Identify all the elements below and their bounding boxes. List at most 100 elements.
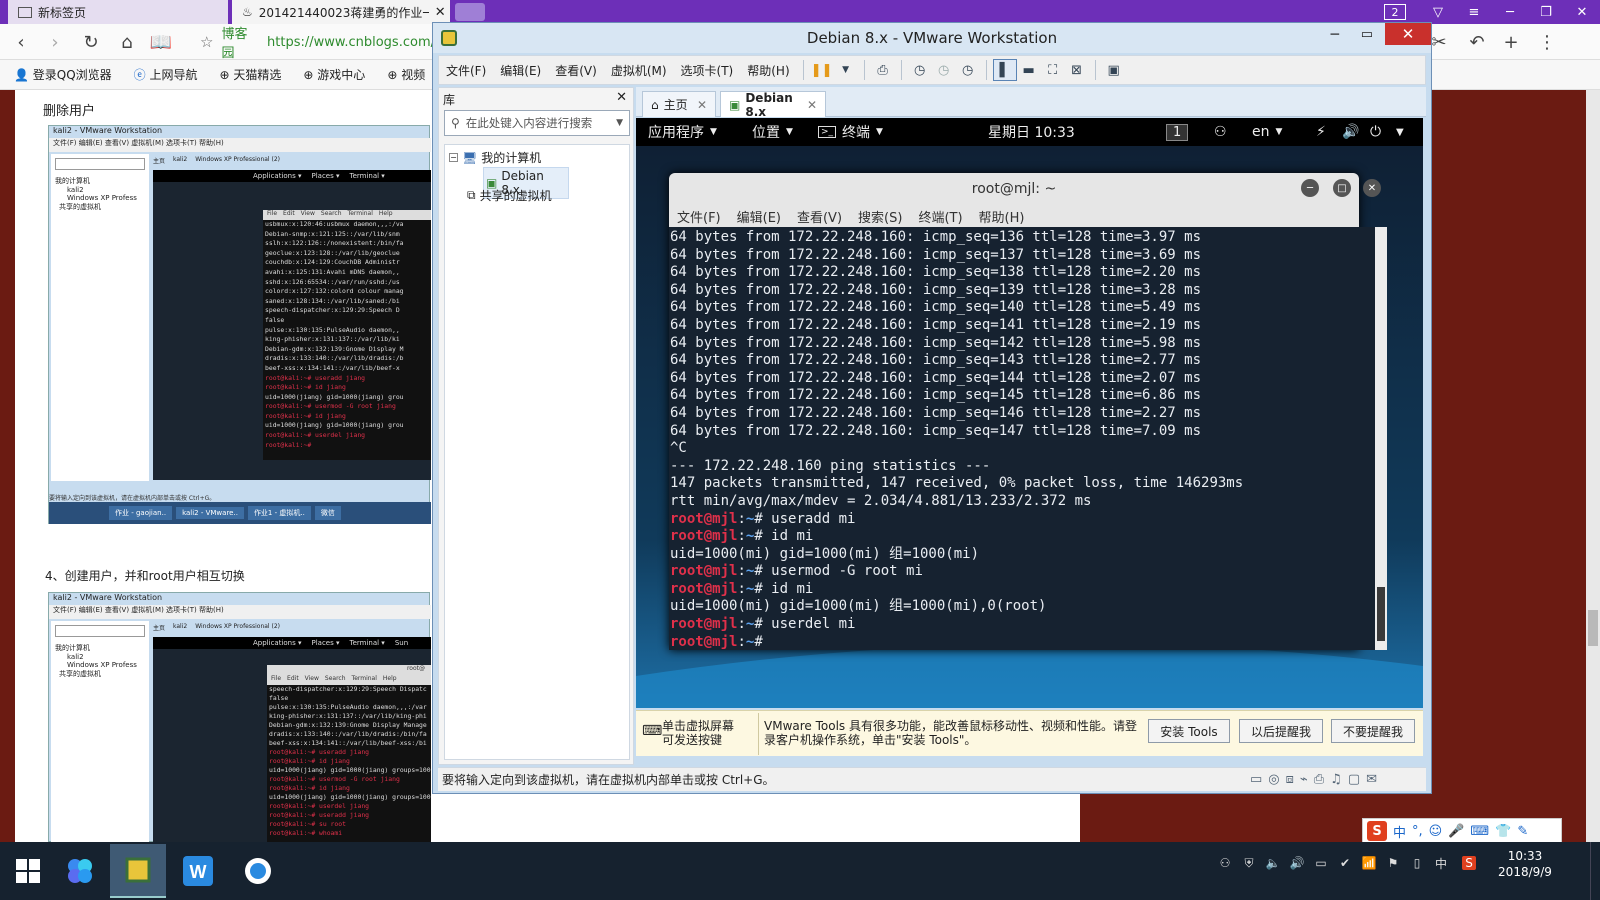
library-close-icon[interactable]: ✕ [616, 90, 627, 105]
add-icon[interactable]: + [1496, 24, 1526, 60]
menu-file[interactable]: 文件(F) [439, 62, 493, 79]
console-view-icon[interactable]: ▣ [1102, 59, 1126, 81]
tray-network-icon[interactable]: 📶 [1360, 854, 1378, 872]
ime-mode[interactable]: 中 [1393, 822, 1406, 841]
forward-icon[interactable]: › [40, 24, 70, 60]
snapshot-icon[interactable]: ◷ [908, 59, 932, 81]
vmware-maximize-icon[interactable]: ▭ [1361, 27, 1373, 42]
close-icon[interactable]: ✕ [1564, 0, 1600, 24]
term-menu-file[interactable]: 文件(F) [669, 207, 729, 226]
snapshot-manager-icon[interactable]: ◷ [956, 59, 980, 81]
url-bar[interactable]: ☆ 博客园 https://www.cnblogs.com/ [200, 27, 435, 61]
usb-icon[interactable]: ⌁ [1300, 772, 1308, 787]
thumbnail-bar-icon[interactable]: ▬ [1017, 59, 1041, 81]
network-wired-icon[interactable]: ⚡ [1316, 118, 1326, 146]
revert-snapshot-icon[interactable]: ◷ [932, 59, 956, 81]
gnome-clock[interactable]: 星期日 10:33 [988, 118, 1075, 146]
tab-debian[interactable]: ▣ Debian 8.x ✕ [720, 91, 826, 119]
tray-sound-icon[interactable]: 🔊 [1288, 854, 1306, 872]
vmware-close-button[interactable]: ✕ [1385, 23, 1431, 45]
soft-keyboard-icon[interactable]: ⌨ [1470, 824, 1489, 839]
fullscreen-icon[interactable]: ⛶ [1041, 59, 1065, 81]
tray-flag-icon[interactable]: ⚑ [1384, 854, 1402, 872]
display-icon[interactable]: ▢ [1348, 772, 1360, 787]
workspace-indicator[interactable]: 1 [1166, 118, 1189, 146]
terminal-scrollbar[interactable] [1375, 227, 1387, 650]
network-icon[interactable]: ⧈ [1286, 772, 1294, 787]
tray-sogou-icon[interactable]: S [1460, 854, 1478, 872]
tree-item-shared[interactable]: ⧉ 共享的虚拟机 [467, 187, 552, 204]
tab-home[interactable]: ⌂ 主页 ✕ [642, 91, 716, 117]
term-menu-edit[interactable]: 编辑(E) [729, 207, 789, 226]
taskbar-clock[interactable]: 10:33 2018/9/9 [1488, 848, 1562, 880]
accessibility-icon[interactable]: ⚇ [1214, 118, 1227, 146]
remind-later-button[interactable]: 以后提醒我 [1239, 719, 1323, 743]
minimize-icon[interactable]: ─ [1492, 0, 1528, 24]
back-icon[interactable]: ‹ [6, 24, 36, 60]
gnome-applications-menu[interactable]: 应用程序 ▼ [648, 118, 717, 146]
menu-tabs[interactable]: 选项卡(T) [674, 62, 741, 79]
tray-ime-indicator[interactable]: 中 [1432, 854, 1450, 872]
pause-dropdown-icon[interactable]: ▼ [834, 59, 858, 81]
terminal-close-icon[interactable]: ✕ [1363, 179, 1381, 197]
menu-icon[interactable]: ≡ [1456, 0, 1492, 24]
browser-tab-newtab[interactable]: 新标签页 [8, 0, 228, 24]
taskbar-app-vmware[interactable] [110, 844, 166, 898]
terminal-maximize-icon[interactable]: □ [1333, 179, 1351, 197]
power-menu-dropdown-icon[interactable]: ▼ [1396, 118, 1404, 146]
unity-icon[interactable]: ⊠ [1065, 59, 1089, 81]
tray-volume-icon[interactable]: 🔈 [1264, 854, 1282, 872]
install-tools-button[interactable]: 安装 Tools [1148, 719, 1230, 743]
printer-icon[interactable]: ⎙ [1314, 772, 1324, 787]
pause-icon[interactable]: ❚❚ [810, 59, 834, 81]
sound-icon[interactable]: ♫ [1330, 772, 1342, 787]
tree-item-my-computer[interactable]: − 🖥 我的计算机 [449, 149, 541, 166]
tray-security-icon[interactable]: ⛨ [1240, 854, 1258, 872]
start-button[interactable] [0, 844, 56, 898]
gnome-terminal-menu[interactable]: >_ 终端 ▼ [818, 118, 883, 146]
never-remind-button[interactable]: 不要提醒我 [1331, 719, 1415, 743]
search-dropdown-icon[interactable]: ▼ [616, 118, 623, 128]
page-scrollbar-thumb[interactable] [1588, 610, 1598, 646]
taskbar-app-wps[interactable]: W [170, 844, 226, 898]
more-icon[interactable]: ⋮ [1532, 24, 1562, 60]
term-menu-search[interactable]: 搜索(S) [850, 207, 910, 226]
menu-edit[interactable]: 编辑(E) [493, 62, 548, 79]
restore-icon[interactable]: ❐ [1528, 0, 1564, 24]
tray-display-icon[interactable]: ▭ [1312, 854, 1330, 872]
taskbar-app-browser[interactable] [52, 844, 108, 898]
bookmark-tmall[interactable]: ⊕ 天猫精选 [220, 66, 282, 83]
bookmark-video[interactable]: ⊕ 视频 [387, 66, 425, 83]
tab-close-icon[interactable]: ✕ [697, 98, 707, 112]
bookmark-nav[interactable]: ⓔ 上网导航 [134, 66, 198, 83]
ime-toolbar[interactable]: S 中 °, ☺ 🎤 ⌨ 👕 ✎ [1362, 818, 1562, 844]
terminal-minimize-icon[interactable]: ─ [1301, 179, 1319, 197]
page-scrollbar[interactable] [1586, 90, 1600, 842]
refresh-icon[interactable]: ↻ [76, 24, 106, 60]
star-icon[interactable]: ☆ [200, 33, 213, 51]
voice-icon[interactable]: 🎤 [1448, 824, 1464, 839]
vmware-minimize-icon[interactable]: ─ [1331, 27, 1339, 43]
tab-close-icon[interactable]: ✕ [807, 98, 817, 112]
guest-screen[interactable]: 应用程序 ▼ 位置 ▼ >_ 终端 ▼ 星期日 10:33 1 ⚇ en ▼ ⚡ 🔊 ⏻ … [636, 118, 1423, 708]
tools-icon[interactable]: ✎ [1517, 824, 1528, 839]
send-ctrl-alt-del-icon[interactable]: ⎙ [871, 59, 895, 81]
term-menu-view[interactable]: 查看(V) [789, 207, 850, 226]
reader-icon[interactable]: 📖 [146, 24, 176, 60]
undo-icon[interactable]: ↶ [1462, 24, 1492, 60]
bookmark-qq-login[interactable]: 👤 登录QQ浏览器 [14, 66, 112, 83]
message-icon[interactable]: ✉ [1366, 772, 1377, 787]
url-text[interactable]: https://www.cnblogs.com/ [267, 35, 435, 50]
library-search-input[interactable]: ⚲ 在此处键入内容进行搜索 ▼ [444, 110, 630, 136]
show-library-icon[interactable]: ▌ [992, 59, 1017, 81]
terminal-output[interactable]: 64 bytes from 172.22.248.160: icmp_seq=1… [669, 227, 1375, 650]
tab-count-badge[interactable]: 2 [1384, 4, 1406, 20]
tray-check-icon[interactable]: ✔ [1336, 854, 1354, 872]
tray-app-icon[interactable]: ⚇ [1216, 854, 1234, 872]
punctuation-icon[interactable]: °, [1412, 824, 1423, 839]
tray-battery-icon[interactable]: ▯ [1408, 854, 1426, 872]
power-icon[interactable]: ⏻ [1370, 118, 1381, 146]
skin-icon[interactable]: ▽ [1420, 0, 1456, 24]
term-menu-terminal[interactable]: 终端(T) [910, 207, 970, 226]
skin-icon[interactable]: 👕 [1495, 824, 1511, 839]
